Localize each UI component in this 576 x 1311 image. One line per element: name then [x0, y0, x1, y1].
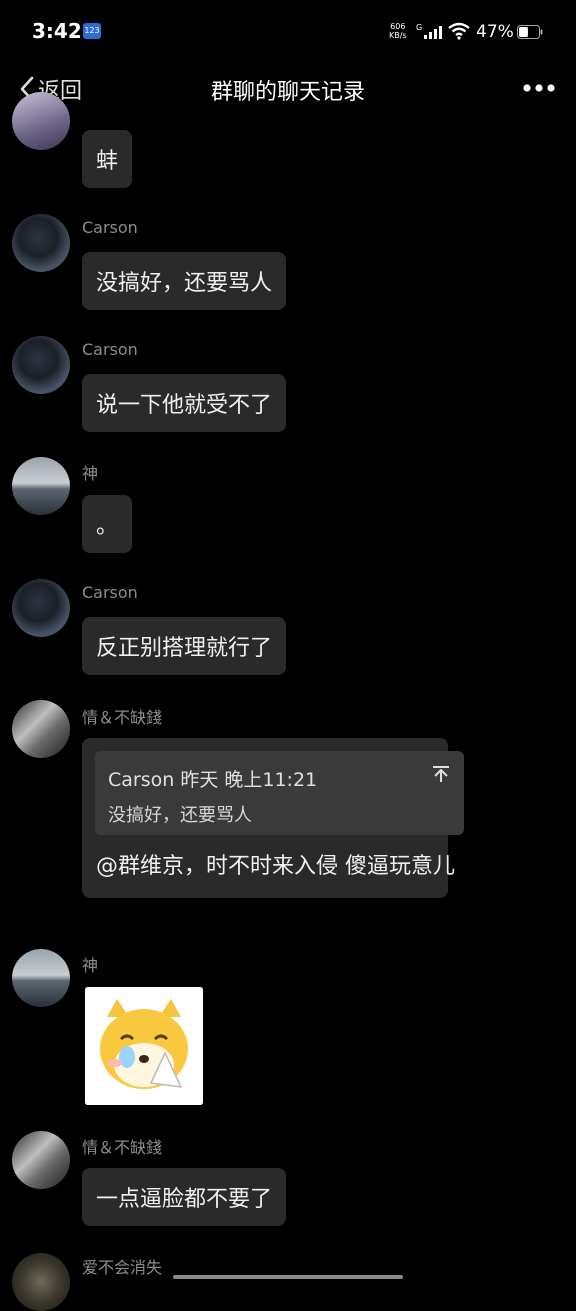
- message-bubble[interactable]: 。: [82, 495, 132, 553]
- home-indicator[interactable]: [173, 1275, 403, 1279]
- quote-text: 没搞好，还要骂人: [108, 805, 252, 826]
- message-bubble[interactable]: 一点逼脸都不要了: [82, 1168, 287, 1226]
- cellular-signal-icon: G: [416, 23, 442, 39]
- quote-header: Carson 昨天 晚上11:21: [108, 769, 318, 791]
- page-title: 群聊的聊天记录: [210, 80, 365, 105]
- nav-bar: 返回 群聊的聊天记录: [0, 64, 576, 114]
- avatar[interactable]: [12, 1253, 70, 1311]
- sender-name: 神: [82, 956, 99, 975]
- sender-name: Carson: [82, 583, 138, 602]
- crying-dog-sticker-icon: [85, 987, 203, 1105]
- battery-icon: [517, 25, 543, 39]
- net-speed-unit: KB/s: [389, 31, 407, 40]
- sender-name: Carson: [82, 218, 138, 237]
- more-dots-icon[interactable]: [522, 81, 556, 95]
- sender-name: 爱不会消失: [82, 1258, 163, 1277]
- battery-percent: 47%: [476, 22, 514, 42]
- network-type: G: [416, 23, 422, 32]
- avatar[interactable]: [12, 700, 70, 758]
- notification-badge: 123: [83, 23, 101, 39]
- sender-name: 神: [82, 464, 99, 483]
- message-bubble[interactable]: 没搞好，还要骂人: [82, 252, 287, 310]
- avatar[interactable]: [12, 336, 70, 394]
- status-time: 3:42: [32, 19, 82, 43]
- message-text: @群维京，时不时来入侵 傻逼玩意儿: [96, 854, 455, 879]
- avatar[interactable]: [12, 1131, 70, 1189]
- sender-name: 情＆不缺錢: [82, 708, 163, 727]
- avatar[interactable]: [12, 214, 70, 272]
- message-bubble[interactable]: 反正别搭理就行了: [82, 617, 287, 675]
- message-bubble[interactable]: 蚌: [82, 130, 133, 188]
- message-bubble[interactable]: 说一下他就受不了: [82, 374, 287, 432]
- status-bar: 3:42 123 606 KB/s G 47%: [0, 0, 576, 64]
- avatar[interactable]: [12, 579, 70, 637]
- quoted-message[interactable]: Carson 昨天 晚上11:21 没搞好，还要骂人: [95, 751, 464, 835]
- avatar[interactable]: [12, 92, 70, 150]
- avatar[interactable]: [12, 457, 70, 515]
- sender-name: Carson: [82, 340, 138, 359]
- net-speed: 606 KB/s: [389, 22, 407, 40]
- avatar[interactable]: [12, 949, 70, 1007]
- sender-name: 情＆不缺錢: [82, 1138, 163, 1157]
- wifi-icon: [448, 22, 470, 40]
- jump-to-original-icon[interactable]: [432, 765, 450, 783]
- sticker-image[interactable]: [85, 987, 203, 1105]
- net-speed-value: 606: [390, 22, 406, 31]
